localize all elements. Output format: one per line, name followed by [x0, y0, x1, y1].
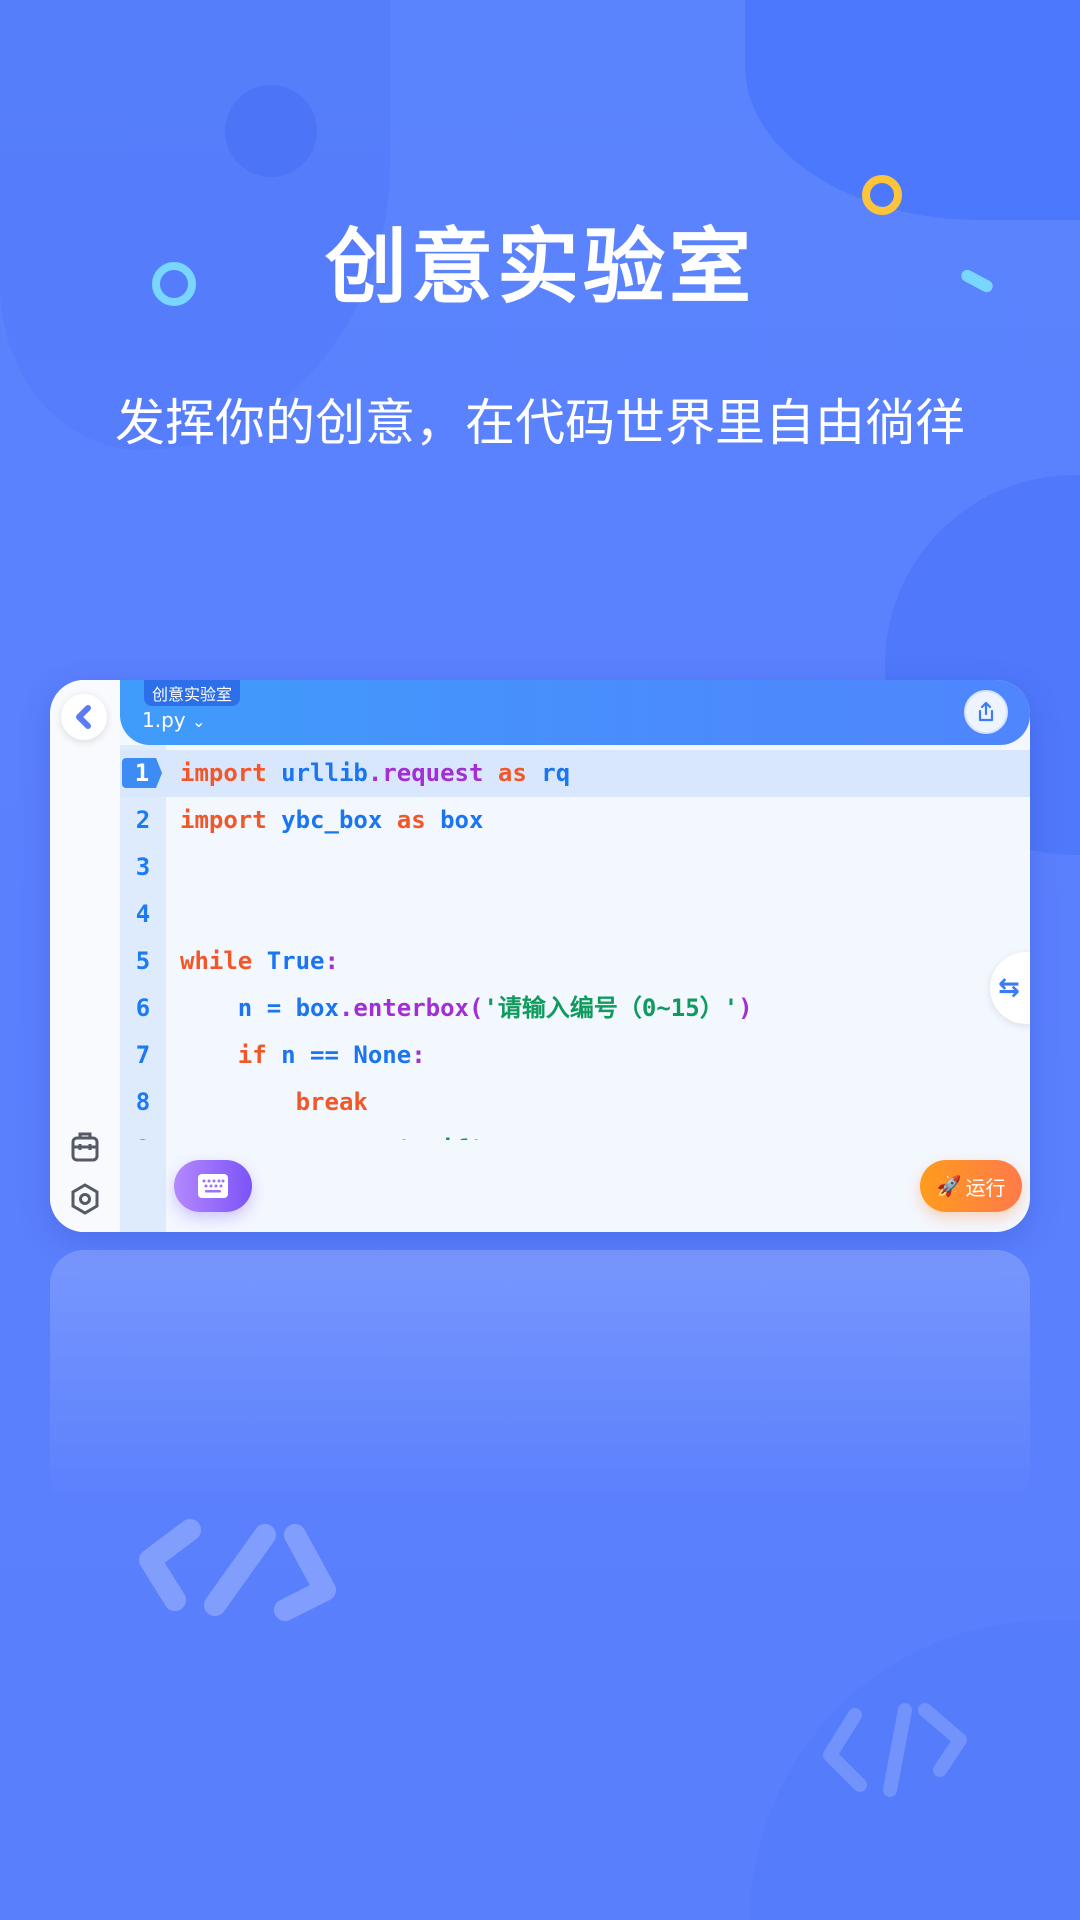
code-token: ybc_box	[281, 806, 397, 834]
code-line[interactable]: 3	[120, 844, 1030, 891]
code-token: as	[497, 759, 542, 787]
code-token: import	[180, 806, 282, 834]
back-button[interactable]	[61, 694, 107, 740]
editor-header: 创意实验室 1.py ⌄	[120, 680, 1030, 745]
code-token: rq	[541, 759, 571, 787]
share-icon	[978, 701, 994, 722]
code-line[interactable]: 4	[120, 891, 1030, 938]
file-name: 1.py	[142, 708, 186, 732]
swap-icon: ⇆	[998, 973, 1020, 1003]
code-text: while True:	[180, 938, 339, 985]
keyboard-button[interactable]	[174, 1160, 252, 1212]
code-token: )	[738, 994, 753, 1022]
code-token: box	[440, 806, 484, 834]
code-token: '.gif'	[397, 1135, 484, 1140]
code-text: name = n + '.gif'	[180, 1126, 484, 1140]
code-token: :	[411, 1041, 426, 1069]
decor-circle	[225, 85, 317, 177]
code-token: as	[396, 806, 441, 834]
code-token: urllib	[281, 759, 368, 787]
settings-hexagon-icon[interactable]	[70, 1183, 100, 1215]
code-line[interactable]: 6 n = box.enterbox('请输入编号（0~15）')	[120, 985, 1030, 1032]
line-number: 2	[135, 806, 151, 834]
line-number: 9	[120, 1126, 166, 1140]
code-line[interactable]: 1 import urllib.request as rq	[120, 750, 1030, 797]
chevron-left-icon	[76, 705, 91, 729]
code-token: n == None	[281, 1041, 412, 1069]
decor-circle	[745, 0, 1080, 220]
code-line[interactable]: 7 if n == None:	[120, 1032, 1030, 1079]
code-line[interactable]: 5 while True:	[120, 938, 1030, 985]
code-text: import ybc_box as box	[180, 797, 483, 844]
code-token: .request	[367, 759, 498, 787]
sidebar	[50, 680, 120, 1232]
code-brackets-decor-icon	[139, 1519, 336, 1621]
code-line[interactable]: 9 name = n + '.gif'	[120, 1126, 1030, 1140]
line-number: 8	[135, 1088, 151, 1116]
code-text: break	[180, 1079, 368, 1126]
page-title: 创意实验室	[324, 220, 755, 315]
line-number: 1	[122, 758, 162, 788]
code-token: if	[180, 1041, 282, 1069]
chevron-down-icon: ⌄	[191, 712, 206, 731]
code-brackets-decor-icon	[823, 1703, 967, 1797]
code-line[interactable]: 8 break	[120, 1079, 1030, 1126]
line-number: 5	[135, 947, 151, 975]
code-token: while	[180, 947, 267, 975]
code-token: import	[180, 759, 282, 787]
code-token: n = box	[180, 994, 339, 1022]
rocket-icon: 🚀	[936, 1174, 962, 1198]
line-number: 7	[135, 1041, 151, 1069]
keyboard-icon	[198, 1174, 228, 1198]
run-button[interactable]: 🚀 运行	[920, 1160, 1022, 1212]
code-line[interactable]: 2 import ybc_box as box	[120, 797, 1030, 844]
line-number: 6	[135, 994, 151, 1022]
toolbox-icon[interactable]	[70, 1130, 100, 1162]
code-token: break	[180, 1088, 368, 1116]
code-token: '请输入编号（0~15）'	[483, 994, 739, 1022]
file-selector[interactable]: 1.py ⌄	[142, 708, 205, 732]
line-number: 3	[135, 853, 151, 881]
code-token: name = n +	[180, 1135, 397, 1140]
code-token: .enterbox(	[338, 994, 484, 1022]
share-button[interactable]	[964, 690, 1008, 734]
page-subtitle: 发挥你的创意，在代码世界里自由徜徉	[115, 394, 965, 452]
code-editor[interactable]: 1 import urllib.request as rq 2 import ybc_…	[120, 750, 1030, 1140]
line-number: 4	[135, 900, 151, 928]
editor-card: 创意实验室 1.py ⌄ 1 import urllib.request as r…	[50, 680, 1030, 1232]
lab-tag: 创意实验室	[144, 680, 241, 706]
code-text: if n == None:	[180, 1032, 426, 1079]
card-reflection	[50, 1250, 1030, 1510]
code-token: :	[324, 947, 339, 975]
run-label: 运行	[965, 1175, 1006, 1200]
code-text: n = box.enterbox('请输入编号（0~15）')	[180, 985, 753, 1032]
code-token: True	[266, 947, 325, 975]
code-text: import urllib.request as rq	[180, 750, 570, 797]
